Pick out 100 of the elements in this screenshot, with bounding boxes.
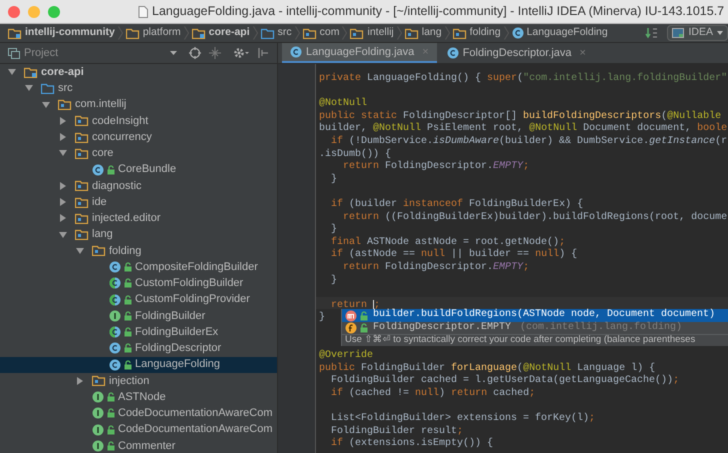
tree-item[interactable]: CodeDocumentationAwareCom (0, 422, 277, 438)
breadcrumb-item[interactable]: platform (126, 25, 181, 41)
code-line: } (330, 174, 338, 185)
code-line: .isDumb()) { (319, 148, 392, 160)
package-folder-icon (75, 148, 89, 159)
window-icon (672, 28, 684, 38)
tree-item[interactable]: injected.editor (0, 210, 277, 226)
completion-item[interactable]: FoldingDescriptor.EMPTY (com.intellij.lang.folding) (342, 322, 728, 334)
package-folder-icon (75, 115, 89, 126)
code-line: return ((FoldingBuilderEx)builder).buildFoldRegions(root, docume (342, 212, 728, 223)
chevron-icon (342, 26, 348, 40)
abstract-class-icon (109, 294, 121, 306)
tree-item[interactable]: ide (0, 194, 277, 210)
interface-icon (92, 424, 104, 436)
run-configuration-dropdown[interactable]: IDEA (667, 25, 728, 41)
abstract-class-icon (109, 277, 121, 290)
tree-item[interactable]: core-api (0, 64, 277, 80)
module-folder-icon (24, 66, 38, 78)
interface-icon (109, 310, 121, 322)
breadcrumb-item[interactable]: LanguageFolding (512, 25, 608, 41)
padlock-icon (107, 424, 115, 435)
tree-item[interactable]: injection (0, 372, 277, 389)
breadcrumb-item[interactable]: com (302, 25, 340, 41)
class-icon (446, 47, 459, 59)
tree-item[interactable]: core (0, 145, 277, 162)
expanded-arrow-icon[interactable] (25, 84, 33, 92)
chevron-icon (184, 26, 189, 40)
caret-icon[interactable] (170, 51, 177, 55)
class-icon (109, 342, 121, 354)
padlock-icon (360, 323, 368, 334)
breadcrumb-item[interactable]: intellij (350, 25, 394, 41)
package-folder-icon (75, 229, 89, 240)
collapsed-arrow-icon[interactable] (76, 376, 84, 385)
code-line: FoldingBuilder cached = l.getUserData(getLanguageCache()); (330, 375, 680, 386)
completion-item[interactable]: builder.buildFoldRegions(ASTNode node, Document document) (342, 309, 728, 322)
padlock-icon (107, 392, 115, 402)
editor-tab[interactable]: LanguageFolding.java × (282, 43, 437, 63)
code-line: FoldingBuilder result; (330, 426, 464, 437)
expanded-arrow-icon[interactable] (42, 100, 50, 109)
breadcrumb-item[interactable]: lang (404, 25, 442, 41)
module-folder-icon (8, 28, 22, 38)
code-line: return FoldingDescriptor.EMPTY; (342, 262, 530, 273)
padlock-icon (124, 343, 132, 354)
source-folder-icon (41, 82, 55, 94)
chevron-icon (504, 26, 509, 40)
class-icon (109, 358, 121, 371)
tree-item[interactable]: CustomFoldingProvider (0, 292, 277, 308)
expanded-arrow-icon[interactable] (59, 230, 67, 239)
padlock-icon (107, 408, 115, 418)
tree-item[interactable]: CoreBundle (0, 162, 277, 178)
breadcrumb-item[interactable]: intellij-community (8, 25, 115, 41)
tree-item[interactable]: com.intellij (0, 96, 277, 113)
padlock-icon (124, 327, 132, 338)
collapse-icon[interactable] (209, 47, 221, 59)
chevron-icon (252, 26, 258, 40)
completion-hint: Use ⇧⌘⏎ to syntactically correct your code after completing (balance parentheses (345, 334, 696, 348)
padlock-icon (124, 360, 132, 370)
tree-item[interactable]: concurrency (0, 129, 277, 146)
expanded-arrow-icon[interactable] (8, 68, 16, 76)
interface-icon (92, 407, 104, 420)
collapsed-arrow-icon[interactable] (59, 133, 67, 142)
field-icon (345, 322, 357, 334)
abstract-class-icon (109, 326, 121, 338)
padlock-icon (124, 294, 132, 305)
close-button[interactable] (8, 6, 20, 18)
tree-item[interactable]: CompositeFoldingBuilder (0, 259, 277, 276)
tree-item[interactable]: FoldingDescriptor (0, 340, 277, 356)
tree-item[interactable]: ASTNode (0, 389, 277, 406)
module-folder-icon (192, 28, 206, 38)
tree-item[interactable]: diagnostic (0, 178, 277, 194)
tree-item[interactable]: folding (0, 242, 277, 259)
collapsed-arrow-icon[interactable] (59, 116, 67, 125)
tree-item[interactable]: LanguageFolding (0, 356, 277, 373)
target-icon[interactable] (189, 47, 201, 59)
tree-item[interactable]: Commenter (0, 438, 277, 453)
breadcrumb-item[interactable]: folding (452, 25, 501, 41)
package-folder-icon (75, 212, 89, 224)
tree-item[interactable]: src (0, 80, 277, 96)
settings-icon[interactable] (233, 47, 249, 59)
tree-item[interactable]: FoldingBuilderEx (0, 324, 277, 340)
tree-item[interactable]: FoldingBuilder (0, 308, 277, 324)
breadcrumb-item[interactable]: core-api (192, 25, 250, 41)
code-line: public FoldingBuilder forLanguage(@NotNull Language l) { (319, 362, 656, 374)
expanded-arrow-icon[interactable] (76, 246, 84, 255)
breadcrumb-item[interactable]: src (260, 25, 292, 41)
expanded-arrow-icon[interactable] (59, 149, 67, 158)
tree-item[interactable]: CodeDocumentationAwareCom (0, 405, 277, 422)
collapsed-arrow-icon[interactable] (59, 198, 67, 206)
tree-item[interactable]: lang (0, 226, 277, 243)
tree-item[interactable]: codeInsight (0, 112, 277, 129)
folder-icon (126, 28, 140, 38)
collapsed-arrow-icon[interactable] (59, 214, 67, 222)
window-title: LanguageFolding.java - intellij-community - [~/intellij-community] - IntelliJ IDEA (Minerva) IU-143.1015.7 (152, 3, 724, 20)
code-line: if (cached != null) return cached; (330, 388, 536, 399)
sort-icon[interactable] (645, 27, 660, 39)
code-line: if (extensions.isEmpty()) { (330, 438, 494, 450)
tree-item[interactable]: CustomFoldingBuilder (0, 275, 277, 292)
collapsed-arrow-icon[interactable] (59, 182, 67, 190)
pin-icon[interactable] (257, 47, 269, 59)
package-folder-icon (75, 196, 89, 208)
